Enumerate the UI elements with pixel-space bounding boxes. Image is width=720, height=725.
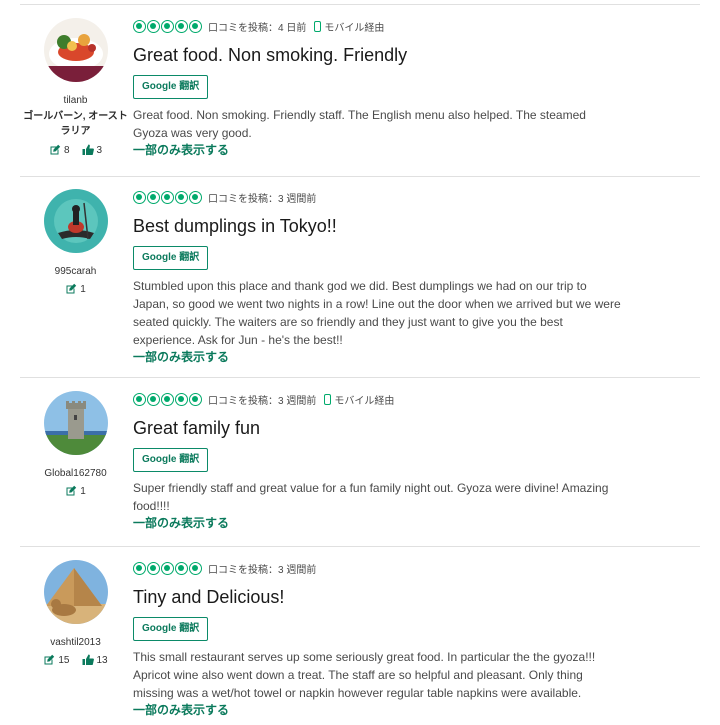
- show-less-link[interactable]: 一部のみ表示する: [133, 515, 693, 531]
- avatar[interactable]: [43, 189, 108, 253]
- user-stats: 8 3: [20, 144, 131, 156]
- review-meta: 口コミを投稿：3 週間前: [133, 189, 693, 205]
- mobile-label: モバイル経由: [334, 395, 395, 407]
- username[interactable]: tilanb: [20, 95, 131, 107]
- rating-bubble-icon: [189, 561, 202, 575]
- rating-bubble-icon: [161, 190, 174, 204]
- thumbs-up-icon: [82, 654, 94, 666]
- divider: [20, 4, 700, 5]
- username[interactable]: 995carah: [20, 266, 131, 278]
- rating-bubble-icon: [189, 19, 202, 33]
- review-content: 口コミを投稿：3 週間前 モバイル経由 Great family fun Goo…: [133, 391, 693, 531]
- google-translate-button[interactable]: Google 翻訳: [133, 246, 209, 270]
- username[interactable]: vashtil2013: [20, 637, 131, 649]
- show-less-link[interactable]: 一部のみ表示する: [133, 142, 693, 158]
- avatar[interactable]: [43, 18, 108, 82]
- review-count-icon: [65, 283, 77, 295]
- rating-bubble-icon: [161, 392, 174, 406]
- review-meta: 口コミを投稿：3 週間前 モバイル経由: [133, 391, 693, 407]
- google-translate-button[interactable]: Google 翻訳: [133, 617, 209, 641]
- google-translate-button[interactable]: Google 翻訳: [133, 75, 209, 99]
- review-count-icon: [43, 654, 55, 666]
- rating-bubble-icon: [133, 392, 146, 406]
- rating-bubble-icon: [189, 190, 202, 204]
- review-count: 1: [80, 283, 86, 295]
- review-body: This small restaurant serves up some ser…: [133, 650, 596, 700]
- review-body: Super friendly staff and great value for…: [133, 481, 609, 513]
- rating-bubble-icon: [147, 190, 160, 204]
- divider: [20, 377, 700, 378]
- review-title[interactable]: Great food. Non smoking. Friendly: [133, 45, 693, 65]
- posted-date: 口コミを投稿：4 日前: [208, 22, 307, 34]
- review-content: 口コミを投稿：3 週間前 Best dumplings in Tokyo!! G…: [133, 189, 693, 365]
- rating-bubbles: [133, 392, 202, 406]
- review-count: 8: [63, 144, 70, 156]
- review-body: Great food. Non smoking. Friendly staff.…: [133, 108, 586, 140]
- rating-bubble-icon: [133, 19, 146, 33]
- divider: [20, 176, 700, 177]
- review-title[interactable]: Tiny and Delicious!: [133, 587, 693, 607]
- user-location: ゴールバーン, オーストラリア: [23, 111, 128, 137]
- rating-bubble-icon: [133, 561, 146, 575]
- mobile-label: モバイル経由: [324, 22, 385, 34]
- username[interactable]: Global162780: [20, 468, 131, 480]
- posted-date: 口コミを投稿：3 週間前: [208, 193, 317, 205]
- show-less-link[interactable]: 一部のみ表示する: [133, 349, 693, 365]
- user-stats: 1: [20, 283, 131, 295]
- mobile-badge: モバイル経由: [314, 19, 384, 34]
- rating-bubble-icon: [147, 561, 160, 575]
- avatar[interactable]: [43, 391, 108, 455]
- mobile-badge: モバイル経由: [324, 392, 394, 407]
- rating-bubble-icon: [175, 561, 188, 575]
- google-translate-button[interactable]: Google 翻訳: [133, 448, 209, 472]
- rating-bubble-icon: [189, 392, 202, 406]
- divider: [20, 546, 700, 547]
- helpful-count: 3: [96, 144, 103, 156]
- review-count-icon: [49, 144, 61, 156]
- reviewer-info: tilanb ゴールバーン, オーストラリア 8 3: [20, 18, 131, 156]
- rating-bubble-icon: [133, 190, 146, 204]
- helpful-count: 13: [96, 654, 108, 666]
- mobile-phone-icon: [314, 20, 322, 32]
- rating-bubbles: [133, 190, 202, 204]
- posted-date: 口コミを投稿：3 週間前: [208, 564, 317, 576]
- review-title[interactable]: Great family fun: [133, 418, 693, 438]
- mobile-phone-icon: [324, 393, 332, 405]
- rating-bubbles: [133, 561, 202, 575]
- review-title[interactable]: Best dumplings in Tokyo!!: [133, 216, 693, 236]
- rating-bubble-icon: [175, 19, 188, 33]
- review-content: 口コミを投稿：4 日前 モバイル経由 Great food. Non smoki…: [133, 18, 693, 158]
- reviewer-info: Global162780 1: [20, 391, 131, 497]
- reviews-list: tilanb ゴールバーン, オーストラリア 8 3 口コミを投稿：4 日前 モ…: [0, 0, 720, 725]
- user-stats: 15 13: [20, 654, 131, 666]
- review-meta: 口コミを投稿：3 週間前: [133, 560, 693, 576]
- posted-date: 口コミを投稿：3 週間前: [208, 395, 317, 407]
- review-count: 1: [80, 485, 86, 497]
- review-content: 口コミを投稿：3 週間前 Tiny and Delicious! Google …: [133, 560, 693, 718]
- rating-bubble-icon: [175, 392, 188, 406]
- rating-bubbles: [133, 19, 202, 33]
- review-body: Stumbled upon this place and thank god w…: [133, 279, 621, 347]
- rating-bubble-icon: [147, 19, 160, 33]
- review-count: 15: [58, 654, 70, 666]
- rating-bubble-icon: [161, 561, 174, 575]
- review-meta: 口コミを投稿：4 日前 モバイル経由: [133, 18, 693, 34]
- rating-bubble-icon: [175, 190, 188, 204]
- rating-bubble-icon: [161, 19, 174, 33]
- avatar[interactable]: [43, 560, 108, 624]
- reviewer-info: 995carah 1: [20, 189, 131, 295]
- reviewer-info: vashtil2013 15 13: [20, 560, 131, 666]
- review-count-icon: [65, 485, 77, 497]
- thumbs-up-icon: [82, 144, 94, 156]
- user-stats: 1: [20, 485, 131, 497]
- rating-bubble-icon: [147, 392, 160, 406]
- show-less-link[interactable]: 一部のみ表示する: [133, 702, 693, 718]
